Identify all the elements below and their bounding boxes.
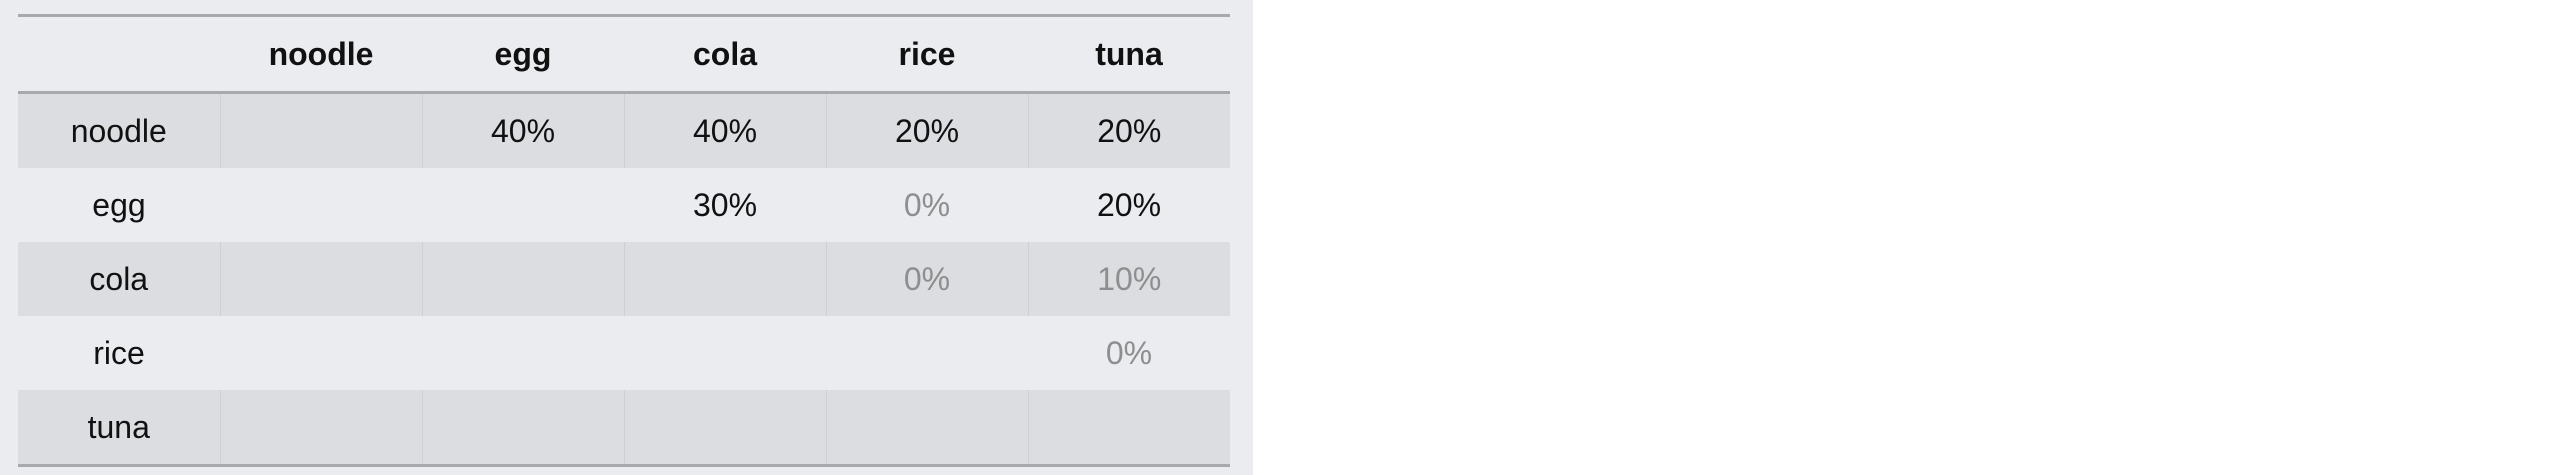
matrix-cell <box>1027 390 1230 467</box>
matrix-cell <box>422 316 624 390</box>
matrix-cell: 30% <box>692 186 758 223</box>
matrix-cell <box>219 242 422 316</box>
matrix-cell <box>421 242 624 316</box>
matrix-cell <box>825 390 1028 467</box>
matrix-cell <box>422 168 624 242</box>
matrix-cell <box>421 390 624 467</box>
matrix-cell: 0% <box>825 242 1028 316</box>
matrix-cell <box>623 242 826 316</box>
table-row: rice 0% <box>18 316 1230 390</box>
matrix-cell <box>220 316 422 390</box>
corner-cell <box>18 14 220 94</box>
matrix-cell <box>219 92 422 168</box>
matrix-cell: 0% <box>903 186 951 223</box>
table-row: noodle 40% 40% 20% 20% <box>18 92 1230 168</box>
matrix-cell <box>826 316 1028 390</box>
matrix-cell: 20% <box>1096 186 1162 223</box>
matrix-cell: 40% <box>421 92 624 168</box>
table-row: egg 30% 0% 20% <box>18 168 1230 242</box>
matrix-panel: noodle egg cola rice tuna noodle 40% 40%… <box>0 0 1253 475</box>
table-row: cola 0% 10% <box>18 242 1230 316</box>
matrix-cell: 0% <box>1105 334 1153 371</box>
co-occurrence-table: noodle egg cola rice tuna noodle 40% 40%… <box>18 14 1230 467</box>
matrix-cell: 40% <box>623 92 826 168</box>
matrix-cell: 20% <box>825 92 1028 168</box>
matrix-cell: 10% <box>1027 242 1230 316</box>
row-header: tuna <box>18 390 220 467</box>
matrix-cell <box>219 390 422 467</box>
matrix-cell: 20% <box>1027 92 1230 168</box>
row-header: cola <box>18 242 220 316</box>
column-header: noodle <box>220 14 422 94</box>
column-header: cola <box>624 14 826 94</box>
matrix-cell <box>220 168 422 242</box>
column-header: rice <box>826 14 1028 94</box>
column-header: tuna <box>1028 14 1230 94</box>
header-row: noodle egg cola rice tuna <box>18 14 1230 94</box>
row-header: rice <box>93 334 145 371</box>
matrix-cell <box>624 316 826 390</box>
matrix-cell <box>623 390 826 467</box>
column-header: egg <box>422 14 624 94</box>
table-row: tuna <box>18 390 1230 467</box>
row-header: noodle <box>18 92 220 168</box>
row-header: egg <box>92 186 146 223</box>
